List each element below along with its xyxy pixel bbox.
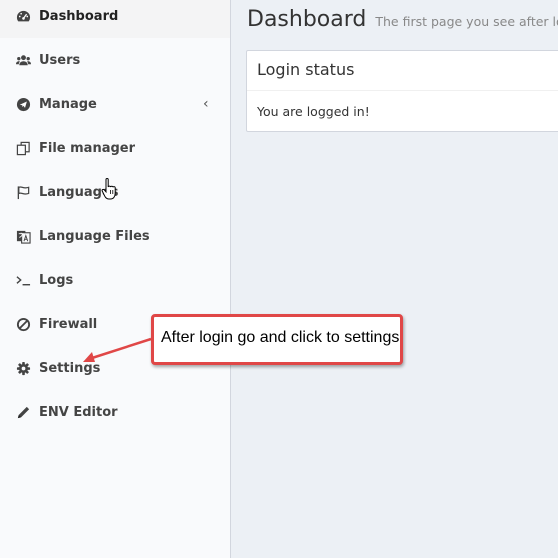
pencil-icon: [15, 404, 31, 420]
sidebar-item-label: Manage: [39, 96, 97, 112]
page-subtitle: The first page you see after login: [375, 14, 558, 29]
terminal-icon: [15, 272, 31, 288]
login-status-box: Login status You are logged in!: [246, 50, 558, 132]
sidebar-item-manage[interactable]: Manage ‹: [0, 82, 230, 126]
users-icon: [15, 52, 31, 68]
sidebar-item-label: Firewall: [39, 316, 98, 332]
login-status-message: You are logged in!: [257, 104, 370, 119]
page-title: Dashboard The first page you see after l…: [247, 7, 558, 32]
copy-icon: [15, 140, 31, 156]
dashboard-icon: [15, 8, 31, 24]
sidebar-item-env-editor[interactable]: ENV Editor: [0, 390, 230, 434]
ban-icon: [15, 316, 31, 332]
sidebar-item-label: Logs: [39, 272, 74, 288]
chevron-left-icon[interactable]: ‹: [203, 96, 209, 112]
sidebar-item-dashboard[interactable]: Dashboard: [0, 0, 230, 38]
sidebar-item-label: ENV Editor: [39, 404, 118, 420]
sidebar-item-label: Dashboard: [39, 8, 119, 24]
sidebar-item-label: Users: [39, 52, 81, 68]
page-title-text: Dashboard: [247, 7, 367, 32]
flag-icon: [15, 184, 31, 200]
sidebar-item-label: Language Files: [39, 228, 150, 244]
hand-cursor-icon: [101, 178, 116, 200]
main-content: Dashboard The first page you see after l…: [231, 0, 558, 558]
box-header: Login status: [247, 51, 558, 91]
sidebar-item-label: File manager: [39, 140, 136, 156]
language-icon: [15, 228, 31, 244]
box-title: Login status: [257, 60, 355, 79]
sidebar-item-file-manager[interactable]: File manager: [0, 126, 230, 170]
gear-icon: [15, 360, 31, 376]
sidebar-item-label: Settings: [39, 360, 101, 376]
annotation-callout: After login go and click to settings: [151, 314, 403, 365]
paper-plane-icon: [15, 96, 31, 112]
sidebar-item-logs[interactable]: Logs: [0, 258, 230, 302]
annotation-text: After login go and click to settings: [161, 329, 400, 346]
sidebar-item-language-files[interactable]: Language Files: [0, 214, 230, 258]
sidebar: Dashboard Users Manage ‹ File manager La…: [0, 0, 231, 558]
sidebar-item-users[interactable]: Users: [0, 38, 230, 82]
